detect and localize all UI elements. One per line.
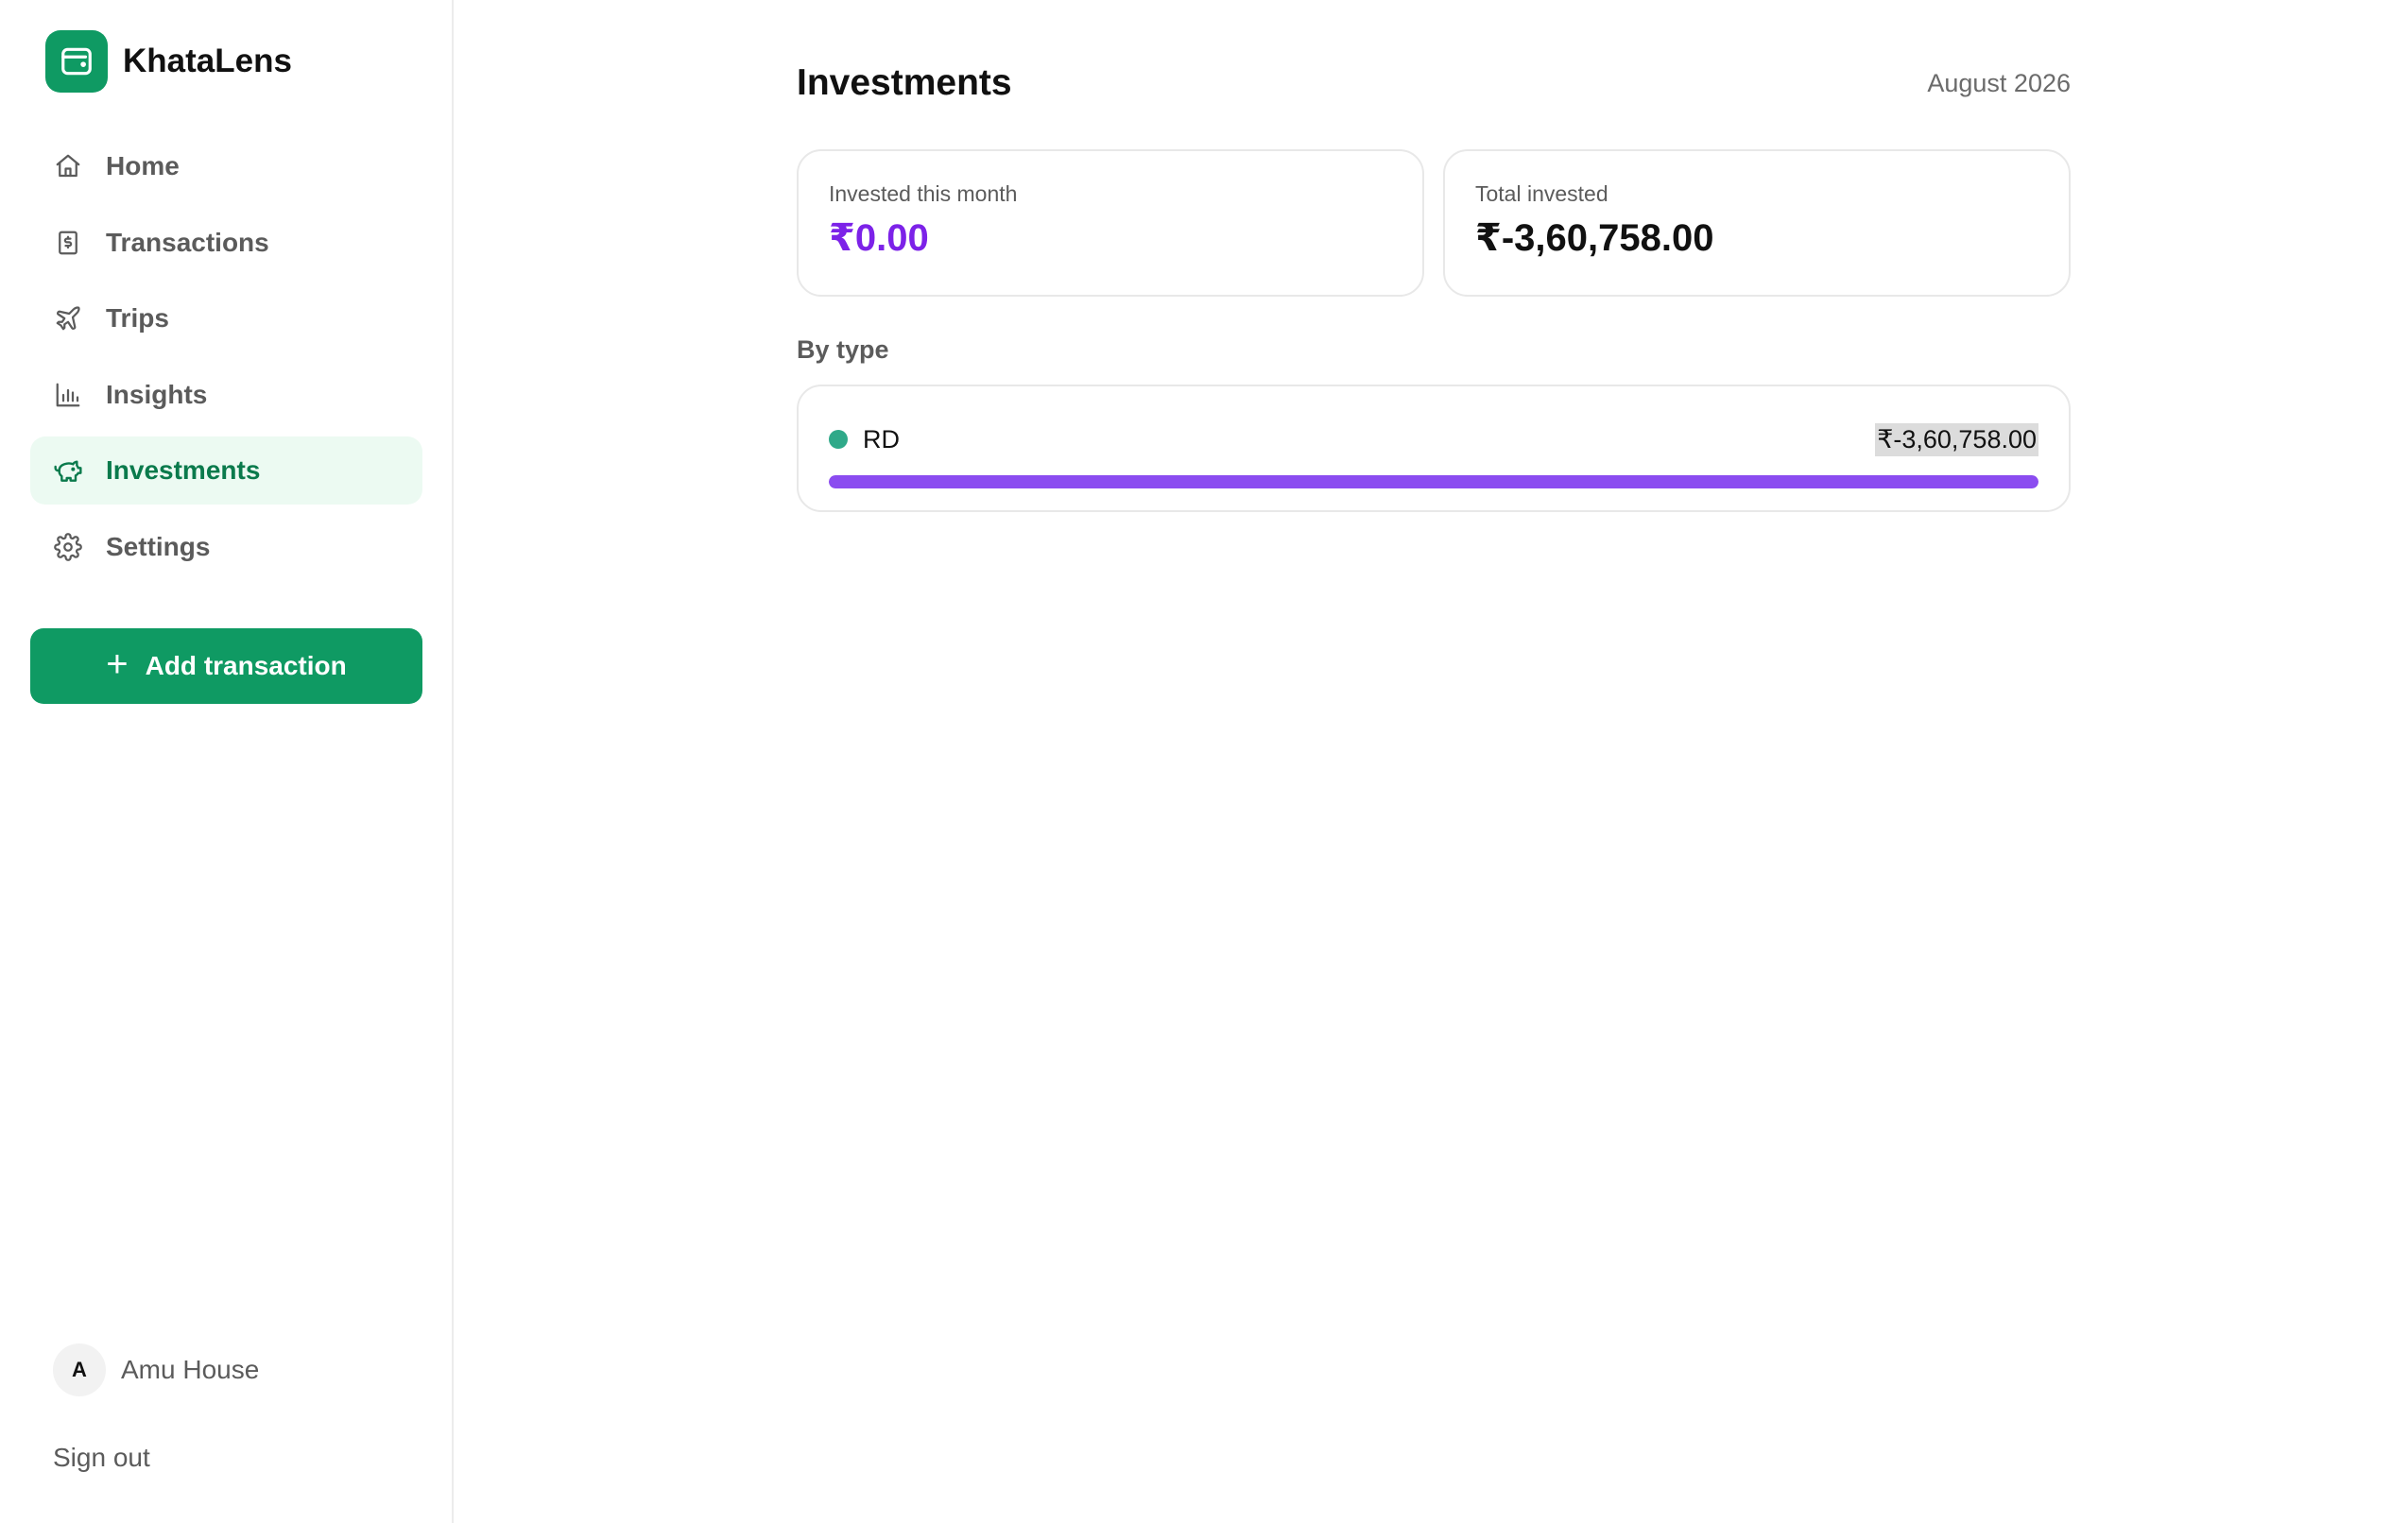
card-value: ₹0.00	[829, 217, 929, 259]
brand[interactable]: KhataLens	[45, 30, 292, 93]
sign-out-link[interactable]: Sign out	[53, 1443, 150, 1473]
add-transaction-button[interactable]: + Add transaction	[30, 628, 422, 704]
brand-name: KhataLens	[123, 43, 292, 79]
sidebar-item-label: Trips	[106, 303, 169, 333]
sidebar-item-label: Transactions	[106, 227, 269, 257]
sidebar-item-insights[interactable]: Insights	[30, 361, 422, 429]
user-name: Amu House	[121, 1355, 260, 1384]
list-item: RD ₹-3,60,758.00	[829, 420, 2038, 458]
page-header: Investments August 2026	[797, 62, 2071, 104]
type-progress-track	[829, 475, 2038, 488]
piggy-bank-icon	[53, 455, 83, 486]
home-icon	[53, 151, 83, 181]
receipt-icon	[53, 228, 83, 258]
sidebar-item-transactions[interactable]: Transactions	[30, 209, 422, 277]
type-progress-bar	[829, 475, 2038, 488]
plane-icon	[53, 303, 83, 334]
sidebar-item-home[interactable]: Home	[30, 132, 422, 200]
gear-icon	[53, 532, 83, 562]
period-label: August 2026	[1927, 68, 2071, 97]
sidebar-item-label: Home	[106, 151, 180, 180]
sidebar-item-label: Investments	[106, 455, 261, 485]
total-invested-card: Total invested ₹-3,60,758.00	[1443, 149, 2071, 297]
type-amount: ₹-3,60,758.00	[1875, 422, 2038, 456]
page-title: Investments	[797, 62, 1012, 103]
sidebar-nav: Home Transactions Trips Insights Investm…	[30, 132, 422, 589]
add-transaction-label: Add transaction	[145, 651, 347, 680]
invested-this-month-card: Invested this month ₹0.00	[797, 149, 1424, 297]
type-color-dot	[829, 430, 848, 449]
plus-icon: +	[106, 643, 129, 685]
type-name: RD	[863, 424, 900, 453]
sidebar-item-investments[interactable]: Investments	[30, 436, 422, 505]
user-profile[interactable]: A Amu House	[53, 1343, 259, 1396]
avatar: A	[53, 1343, 106, 1396]
card-label: Invested this month	[829, 181, 1018, 206]
section-title: By type	[797, 335, 889, 364]
sidebar-item-trips[interactable]: Trips	[30, 284, 422, 352]
sidebar-item-settings[interactable]: Settings	[30, 513, 422, 581]
card-value: ₹-3,60,758.00	[1475, 217, 1714, 259]
card-label: Total invested	[1475, 181, 1608, 206]
sidebar-item-label: Settings	[106, 531, 211, 561]
wallet-icon	[45, 30, 108, 93]
investment-type-card: RD ₹-3,60,758.00	[797, 385, 2071, 512]
bar-chart-icon	[53, 380, 83, 410]
sidebar: KhataLens Home Transactions Trips Insigh…	[0, 0, 454, 1523]
summary-cards: Invested this month ₹0.00 Total invested…	[797, 149, 2071, 297]
sidebar-item-label: Insights	[106, 379, 208, 409]
